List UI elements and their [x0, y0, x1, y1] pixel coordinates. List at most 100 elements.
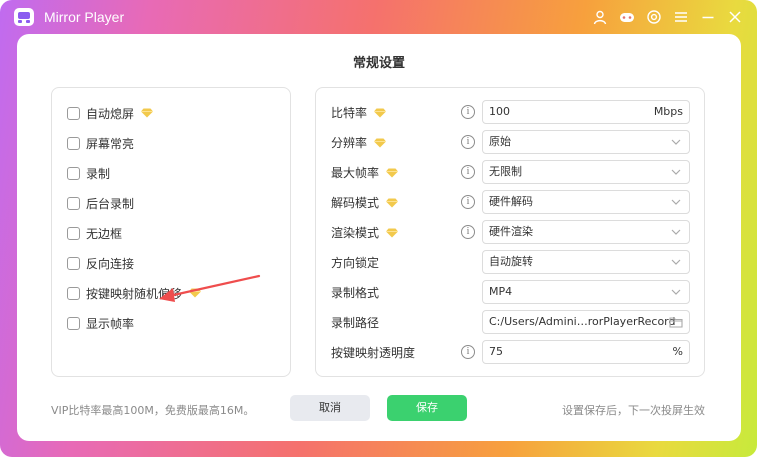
option-label: 显示帧率	[86, 316, 135, 331]
setting-label: 最大帧率	[331, 166, 380, 180]
setting-resolution: 分辨率 i 原始	[316, 130, 706, 154]
info-icon[interactable]: i	[461, 225, 475, 239]
setting-label: 录制格式	[331, 286, 380, 300]
option-record[interactable]: 录制	[67, 165, 110, 181]
vip-diamond-icon	[385, 228, 399, 238]
option-label: 后台录制	[86, 196, 135, 211]
setting-label: 渲染模式	[331, 226, 380, 240]
select-value: 原始	[489, 135, 511, 148]
checkbox[interactable]	[67, 286, 80, 300]
decode-mode-select[interactable]: 硬件解码	[482, 190, 690, 214]
user-icon[interactable]	[592, 9, 608, 25]
checkbox[interactable]	[67, 226, 80, 240]
cancel-button[interactable]: 取消	[290, 395, 370, 421]
option-label: 无边框	[86, 226, 123, 241]
checkbox[interactable]	[67, 166, 80, 180]
keymap-opacity-input[interactable]: 75 %	[482, 340, 690, 364]
orientation-lock-select[interactable]: 自动旋转	[482, 250, 690, 274]
info-icon[interactable]: i	[461, 135, 475, 149]
checkbox[interactable]	[67, 196, 80, 210]
record-path-input[interactable]: C:/Users/Admini…rorPlayerRecord	[482, 310, 690, 334]
unit-label: %	[672, 345, 683, 358]
option-borderless[interactable]: 无边框	[67, 225, 122, 241]
settings-content: 常规设置 自动熄屏 屏幕常亮 录制 后台录制 无边框 反向连接 按键映射随机偏移…	[17, 34, 741, 441]
chevron-down-icon	[671, 168, 681, 176]
option-reverse-connection[interactable]: 反向连接	[67, 255, 134, 271]
checkbox[interactable]	[67, 106, 80, 120]
setting-bitrate: 比特率 i 100 Mbps	[316, 100, 706, 124]
vip-diamond-icon	[385, 168, 399, 178]
setting-label: 比特率	[331, 106, 368, 120]
input-value: 100	[489, 105, 510, 118]
resolution-select[interactable]: 原始	[482, 130, 690, 154]
setting-label: 录制路径	[331, 316, 380, 330]
window-frame: Mirror Player 常规设置 自动熄屏 屏幕常亮 录制 后台录制 无边框…	[0, 0, 757, 457]
setting-record-format: 录制格式 MP4	[316, 280, 706, 304]
folder-icon[interactable]	[669, 316, 683, 328]
input-value: C:/Users/Admini…rorPlayerRecord	[489, 315, 676, 328]
setting-keymap-opacity: 按键映射透明度 i 75 %	[316, 340, 706, 364]
vip-diamond-icon	[140, 108, 154, 118]
setting-max-fps: 最大帧率 i 无限制	[316, 160, 706, 184]
info-icon[interactable]: i	[461, 165, 475, 179]
option-auto-screen-off[interactable]: 自动熄屏	[67, 105, 154, 121]
title-bar: Mirror Player	[0, 0, 757, 34]
settings-apply-hint: 设置保存后，下一次投屏生效	[562, 404, 705, 417]
max-fps-select[interactable]: 无限制	[482, 160, 690, 184]
select-value: 硬件渲染	[489, 225, 533, 238]
setting-label: 分辨率	[331, 136, 368, 150]
option-label: 按键映射随机偏移	[86, 286, 183, 301]
app-title: Mirror Player	[44, 9, 125, 25]
option-label: 自动熄屏	[86, 106, 135, 121]
info-icon[interactable]: i	[461, 195, 475, 209]
options-panel: 自动熄屏 屏幕常亮 录制 后台录制 无边框 反向连接 按键映射随机偏移 显示帧率	[51, 87, 291, 377]
setting-label: 按键映射透明度	[331, 346, 416, 360]
chevron-down-icon	[671, 288, 681, 296]
info-icon[interactable]: i	[461, 105, 475, 119]
app-logo-icon	[14, 8, 34, 26]
setting-render-mode: 渲染模式 i 硬件渲染	[316, 220, 706, 244]
setting-decode-mode: 解码模式 i 硬件解码	[316, 190, 706, 214]
chevron-down-icon	[671, 228, 681, 236]
select-value: 自动旋转	[489, 255, 533, 268]
bitrate-input[interactable]: 100 Mbps	[482, 100, 690, 124]
page-title: 常规设置	[352, 56, 405, 71]
checkbox[interactable]	[67, 256, 80, 270]
minimize-icon[interactable]	[700, 9, 716, 25]
render-mode-select[interactable]: 硬件渲染	[482, 220, 690, 244]
settings-panel: 比特率 i 100 Mbps 分辨率 i 原始 最大帧率 i 无限制 解码模式 …	[315, 87, 705, 377]
setting-orientation-lock: 方向锁定 自动旋转	[316, 250, 706, 274]
vip-diamond-icon	[373, 108, 387, 118]
menu-icon[interactable]	[673, 9, 689, 25]
gamepad-icon[interactable]	[619, 9, 635, 25]
vip-diamond-icon	[188, 288, 202, 298]
setting-record-path: 录制路径 C:/Users/Admini…rorPlayerRecord	[316, 310, 706, 334]
vip-diamond-icon	[373, 138, 387, 148]
option-keymap-random-offset[interactable]: 按键映射随机偏移	[67, 285, 202, 301]
setting-label: 方向锁定	[331, 256, 380, 270]
option-label: 录制	[86, 166, 111, 181]
unit-label: Mbps	[653, 105, 683, 118]
option-label: 屏幕常亮	[86, 136, 135, 151]
select-value: MP4	[489, 285, 513, 298]
record-format-select[interactable]: MP4	[482, 280, 690, 304]
select-value: 硬件解码	[489, 195, 533, 208]
option-show-fps[interactable]: 显示帧率	[67, 315, 134, 331]
chevron-down-icon	[671, 258, 681, 266]
checkbox[interactable]	[67, 136, 80, 150]
setting-label: 解码模式	[331, 196, 380, 210]
option-background-record[interactable]: 后台录制	[67, 195, 134, 211]
chevron-down-icon	[671, 198, 681, 206]
save-button[interactable]: 保存	[387, 395, 467, 421]
chevron-down-icon	[671, 138, 681, 146]
option-label: 反向连接	[86, 256, 135, 271]
close-icon[interactable]	[727, 9, 743, 25]
vip-bitrate-note: VIP比特率最高100M，免费版最高16M。	[51, 404, 255, 417]
info-icon[interactable]: i	[461, 345, 475, 359]
select-value: 无限制	[489, 165, 522, 178]
settings-icon[interactable]	[646, 9, 662, 25]
checkbox[interactable]	[67, 316, 80, 330]
option-screen-always-on[interactable]: 屏幕常亮	[67, 135, 134, 151]
vip-diamond-icon	[385, 198, 399, 208]
input-value: 75	[489, 345, 503, 358]
